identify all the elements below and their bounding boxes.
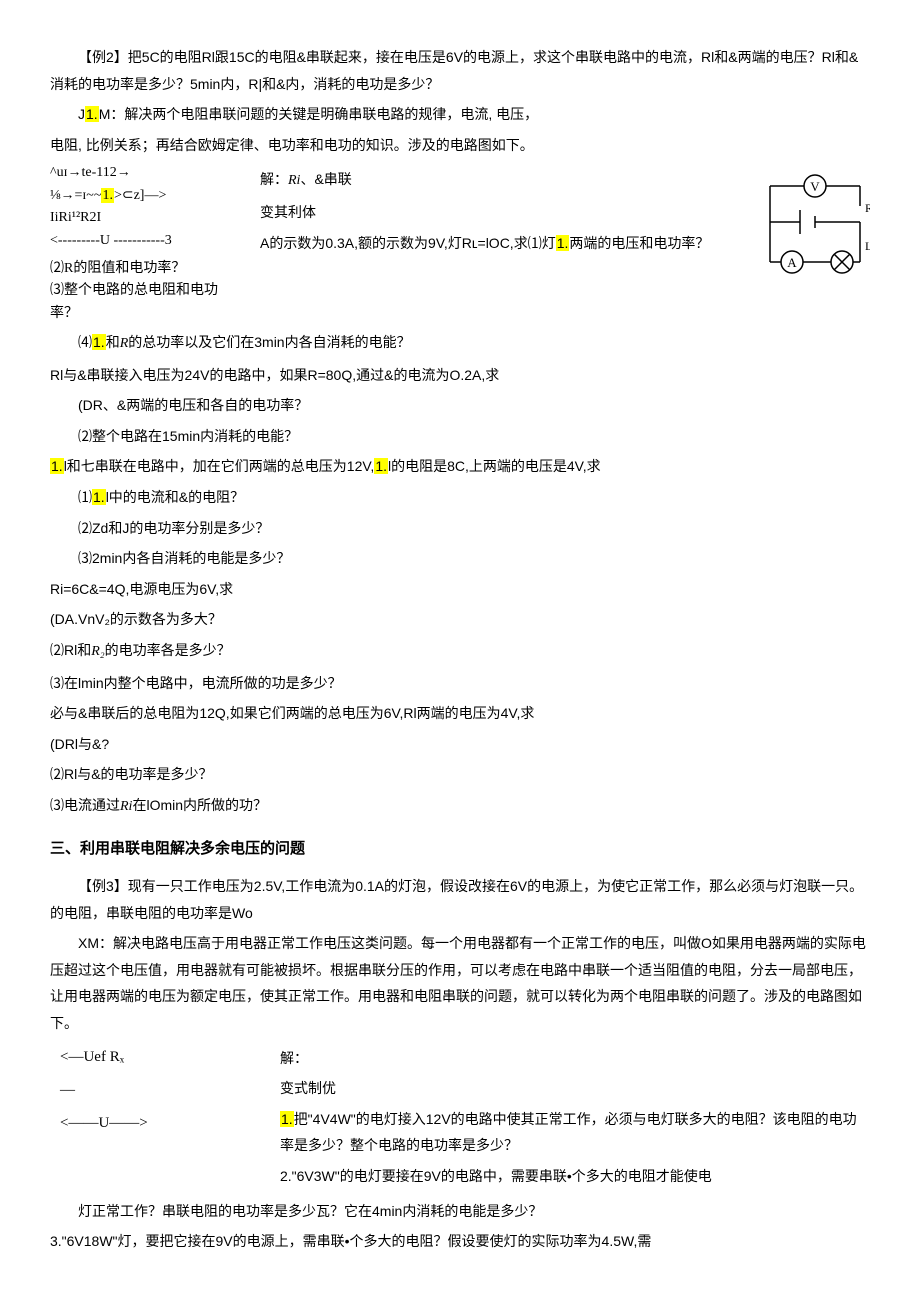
problem-block: 1.l和七串联在电路中，加在它们两端的总电压为12V,1.l的电阻是8C,上两端… [50,453,870,480]
text: 把"4V4W"的电灯接入12V的电路中使其正常工作，必须与电灯联多大的电阻？该电… [280,1111,857,1154]
left-column: ^uɪ→te-112→ ⅛→=ɪ~~1.>⊂z]—> IiRi¹²R2I <--… [50,162,240,325]
sub-question: ⑶在lmin内整个电路中，电流所做的功是多少？ [50,670,870,697]
text: ⑶电流通过 [50,797,120,813]
circuit-svg: V R A L [760,172,870,282]
question-3: ⑶整个电路的总电阻和电功率？ [50,280,240,325]
svg-text:L: L [865,239,870,253]
highlight: 1. [92,489,106,505]
sub-question: ⑵Zd和J的电功率分别是多少？ [50,515,870,542]
analysis-intro: J1.M：解决两个电阻串联问题的关键是明确串联电路的规律，电流, 电压， [50,101,870,128]
var-r: R [120,336,129,351]
diagram-line: <—Uef Rₓ [60,1041,260,1074]
highlight: 1. [50,458,64,474]
highlight: 1. [101,188,114,203]
example-2: 【例2】把5C的电阻Rl跟15C的电阻&串联起来，接在电压是6V的电源上，求这个… [50,44,870,97]
circuit-diagram: V R A L [760,172,870,282]
text: >⊂z]—> [114,188,166,203]
sub-question: ⑵Rl和R₂的电功率各是多少？ [50,637,870,666]
variant-q2-cont: 灯正常工作？串联电阻的电功率是多少瓦？它在4min内消耗的电能是多少？ [50,1198,870,1225]
sub-question: ⑶电流通过Ri在lOmin内所做的功？ [50,792,870,821]
text: 和 [106,334,120,350]
sub-question: ⑵Rl与&的电功率是多少？ [50,761,870,788]
svg-text:V: V [810,179,820,194]
var-r2: R₂ [91,644,104,659]
text: ⅛→=ɪ~~ [50,188,101,203]
highlight: 1. [92,334,106,350]
var-ri: Ri [120,799,132,814]
diagram-line: ^uɪ→te-112→ [50,162,240,184]
diagram-section-2: <—Uef Rₓ — <——U——> 解： 变式制优 1.把"4V4W"的电灯接… [50,1041,870,1194]
problem-block: Ri=6C&=4Q,电源电压为6V,求 [50,576,870,603]
middle-column: 解：Ri、&串联 变其利体 A的示数为0.3A,额的示数为9V,灯Rʟ=lOC,… [260,162,740,260]
section-heading-3: 三、利用串联电阻解决多余电压的问题 [50,835,870,864]
problem-block: 必与&串联后的总电阻为12Q,如果它们两端的总电压为6V,Rl两端的电压为4V,… [50,700,870,727]
highlight: 1. [85,106,99,122]
variant-q2: 2."6V3W"的电灯要接在9V的电路中，需要串联•个多大的电阻才能使电 [280,1163,870,1190]
diagram-right: 解： 变式制优 1.把"4V4W"的电灯接入12V的电路中使其正常工作，必须与电… [280,1041,870,1194]
text: M：解决两个电阻串联问题的关键是明确串联电路的规律，电流, 电压， [99,106,538,122]
highlight: 1. [556,235,570,251]
text: l和七串联在电路中，加在它们两端的总电压为12V, [64,458,375,474]
var-ri: Ri [288,173,300,188]
analysis-cont: 电阻, 比例关系；再结合欧姆定律、电功率和电功的知识。涉及的电路图如下。 [50,132,870,159]
diagram-line: — [60,1074,260,1107]
text: 的电功率各是多少？ [105,642,231,658]
text: 解： [260,171,288,187]
text: 两端的电压和电功率？ [569,235,709,251]
variant-label: 变式制优 [280,1075,870,1102]
diagram-line: ⅛→=ɪ~~1.>⊂z]—> [50,185,240,207]
variant-q3: 3."6V18W"灯，要把它接在9V的电源上，需串联•个多大的电阻？假设要使灯的… [50,1228,870,1255]
text: l中的电流和&的电阻？ [106,489,244,505]
svg-text:A: A [787,255,797,270]
solution-label: 解：Ri、&串联 [260,166,740,195]
variant-label: 变其利体 [260,199,740,226]
sub-question: ⑵整个电路在15min内消耗的电能？ [50,423,870,450]
text: ⑴ [78,489,92,505]
sub-question: (DRl与&? [50,731,870,758]
text: 、&串联 [300,171,351,187]
variant-q1: 1.把"4V4W"的电灯接入12V的电路中使其正常工作，必须与电灯联多大的电阻？… [280,1106,870,1159]
sub-question: (DA.VnV₂的示数各为多大？ [50,606,870,633]
solution-label: 解： [280,1045,870,1072]
analysis-text: XM：解决电路电压高于用电器正常工作电压这类问题。每一个用电器都有一个正常工作的… [50,930,870,1036]
text: 在lOmin内所做的功？ [132,797,267,813]
highlight: 1. [280,1111,294,1127]
text: J [78,106,85,122]
svg-text:R: R [865,201,870,215]
text: <---------U -----------3 [50,233,172,248]
text: A的示数为0.3A,额的示数为9V,灯Rʟ=lOC,求⑴灯 [260,235,556,251]
example-3: 【例3】现有一只工作电压为2.5V,工作电流为0.1A的灯泡，假设改接在6V的电… [50,873,870,926]
diagram-line: <---------U -----------3 [50,230,240,252]
sub-question: ⑶2min内各自消耗的电能是多少？ [50,545,870,572]
text: 的总功率以及它们在3min内各自消耗的电能？ [128,334,410,350]
diagram-line: <——U——> [60,1107,260,1140]
diagram-line: IiRi¹²R2I [50,207,240,229]
problem-block: Rl与&串联接入电压为24V的电路中，如果R=80Q,通过&的电流为O.2A,求 [50,362,870,389]
sub-question: (DR、&两端的电压和各自的电功率？ [50,392,870,419]
variant-question: A的示数为0.3A,额的示数为9V,灯Rʟ=lOC,求⑴灯1.两端的电压和电功率… [260,230,740,257]
text: l的电阻是8C,上两端的电压是4V,求 [388,458,601,474]
question-2: ⑵R的阻值和电功率？ [50,258,240,280]
sub-question: ⑴1.l中的电流和&的电阻？ [50,484,870,511]
diagram-left: <—Uef Rₓ — <——U——> [50,1041,260,1140]
diagram-section-1: ^uɪ→te-112→ ⅛→=ɪ~~1.>⊂z]—> IiRi¹²R2I <--… [50,162,870,325]
text: ⑵Rl和 [50,642,91,658]
question-4: ⑷1.和R的总功率以及它们在3min内各自消耗的电能？ [50,329,870,358]
text: ⑷ [78,334,92,350]
highlight: 1. [374,458,388,474]
